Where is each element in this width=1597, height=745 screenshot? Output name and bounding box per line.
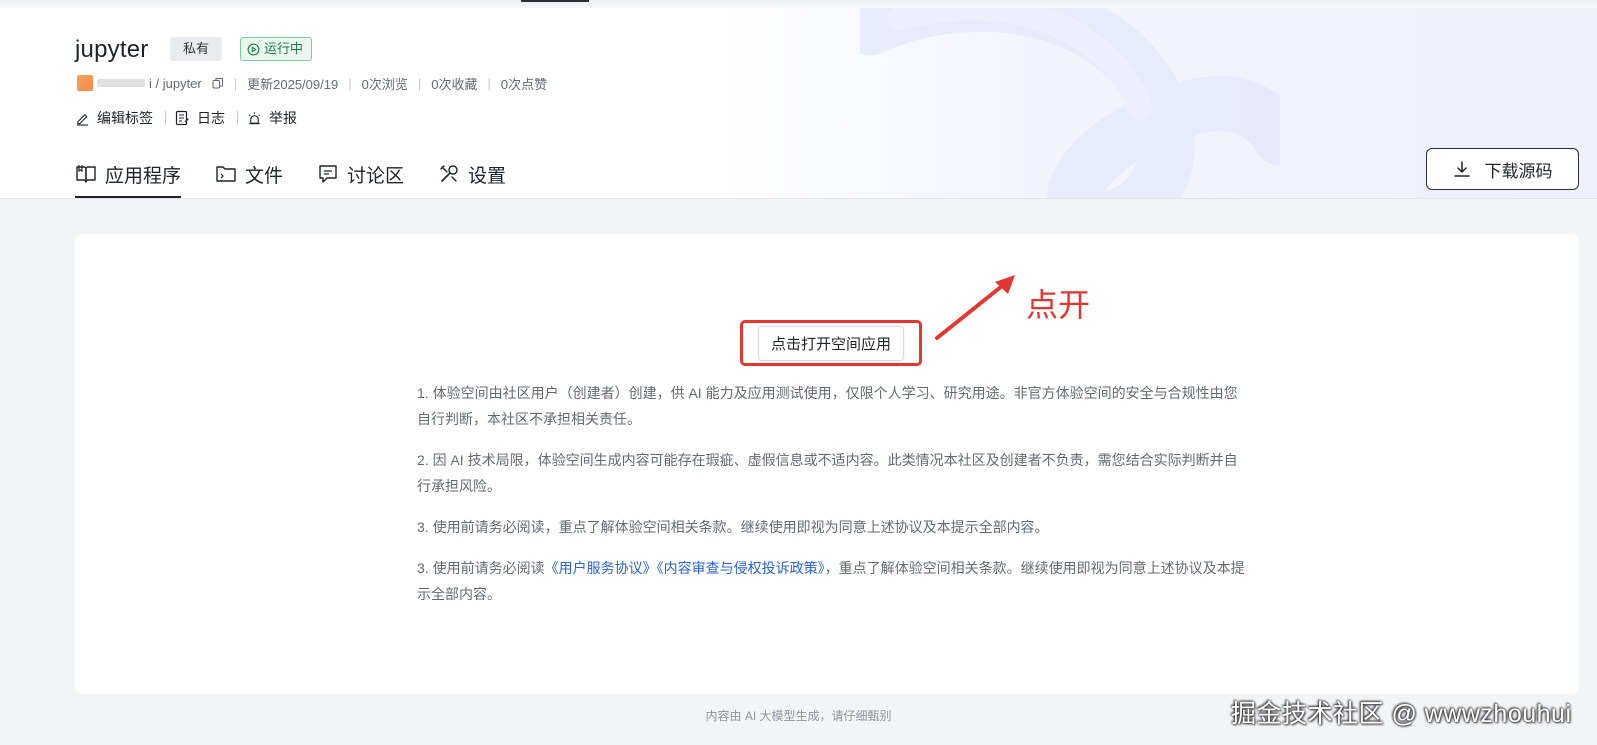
open-app-highlight: 点击打开空间应用 xyxy=(740,320,922,366)
decorative-ribbon xyxy=(860,8,1280,198)
tab-application[interactable]: 应用程序 xyxy=(75,150,182,198)
download-source-label: 下载源码 xyxy=(1484,161,1553,181)
running-status-badge: 运行中 xyxy=(240,37,313,61)
copy-icon[interactable] xyxy=(212,77,224,89)
download-icon xyxy=(1453,161,1470,177)
space-header: jupyter 私有 运行中 i / jupyter | 更新2025/09/1… xyxy=(0,8,1597,199)
edit-tags-label: 编辑标签 xyxy=(97,110,153,126)
tab-application-label: 应用程序 xyxy=(105,165,182,187)
avatar xyxy=(77,75,93,91)
running-status-label: 运行中 xyxy=(264,41,304,56)
header-actions: 编辑标签 日志 举报 xyxy=(75,108,297,128)
meta-divider: | xyxy=(417,75,422,91)
note-4: 3. 使用前请务必阅读《用户服务协议》《内容审查与侵权投诉政策》，重点了解体验空… xyxy=(417,555,1247,607)
watermark: 掘金技术社区 @ wwwzhouhui xyxy=(1231,700,1572,728)
chat-bubble-icon xyxy=(319,165,337,183)
space-path[interactable]: i / jupyter xyxy=(149,76,202,91)
space-meta: i / jupyter | 更新2025/09/19 | 0次浏览 | 0次收藏… xyxy=(77,73,547,93)
note-2: 2. 因 AI 技术局限，体验空间生成内容可能存在瑕疵、虚假信息或不适内容。此类… xyxy=(417,452,1238,494)
content-policy-link[interactable]: 《内容审查与侵权投诉政策》 xyxy=(657,560,825,576)
play-circle-icon xyxy=(247,43,260,55)
tab-discussion-label: 讨论区 xyxy=(347,165,405,187)
usage-notes: 1. 体验空间由社区用户（创建者）创建，供 AI 能力及应用测试使用，仅限个人学… xyxy=(417,380,1247,622)
annotation-arrow-icon xyxy=(935,275,1015,340)
tab-settings-label: 设置 xyxy=(468,165,507,187)
tab-discussion[interactable]: 讨论区 xyxy=(317,150,404,198)
alarm-icon xyxy=(248,111,261,124)
private-badge: 私有 xyxy=(170,37,223,61)
meta-divider: | xyxy=(348,75,352,91)
tab-files[interactable]: 文件 xyxy=(215,150,283,198)
action-divider xyxy=(165,111,166,125)
username-redacted xyxy=(97,79,145,87)
tab-files-label: 文件 xyxy=(245,165,284,187)
top-strip xyxy=(0,0,1597,8)
updated-date: 更新2025/09/19 xyxy=(247,76,339,92)
meta-divider: | xyxy=(233,75,238,91)
log-label: 日志 xyxy=(197,110,225,126)
tab-bar: 应用程序 文件 讨论区 设置 xyxy=(75,150,540,198)
folder-terminal-icon xyxy=(216,166,236,182)
download-source-button[interactable]: 下载源码 xyxy=(1426,148,1579,190)
tab-settings[interactable]: 设置 xyxy=(438,150,506,198)
note-4-prefix: 3. 使用前请务必阅读 xyxy=(417,560,545,576)
active-tab-indicator xyxy=(521,0,589,2)
like-count[interactable]: 0次点赞 xyxy=(501,74,547,93)
edit-tags-button[interactable]: 编辑标签 xyxy=(75,108,153,128)
document-log-icon xyxy=(175,110,189,126)
log-button[interactable]: 日志 xyxy=(175,108,225,128)
favorite-count[interactable]: 0次收藏 xyxy=(431,74,477,93)
user-agreement-link[interactable]: 《用户服务协议》 xyxy=(545,560,657,576)
report-label: 举报 xyxy=(269,110,297,126)
tools-icon xyxy=(440,165,458,182)
action-divider xyxy=(237,111,238,125)
annotation-label: 点开 xyxy=(1026,287,1091,323)
meta-divider: | xyxy=(487,75,491,91)
pencil-icon xyxy=(76,113,89,126)
report-button[interactable]: 举报 xyxy=(247,108,297,128)
open-space-app-button[interactable]: 点击打开空间应用 xyxy=(757,325,904,361)
app-book-icon xyxy=(76,165,96,183)
note-3: 3. 使用前请务必阅读，重点了解体验空间相关条款。继续使用即视为同意上述协议及本… xyxy=(417,519,1049,535)
space-title: jupyter xyxy=(75,36,149,63)
note-1: 1. 体验空间由社区用户（创建者）创建，供 AI 能力及应用测试使用，仅限个人学… xyxy=(417,385,1238,427)
view-count: 0次浏览 xyxy=(361,76,408,92)
